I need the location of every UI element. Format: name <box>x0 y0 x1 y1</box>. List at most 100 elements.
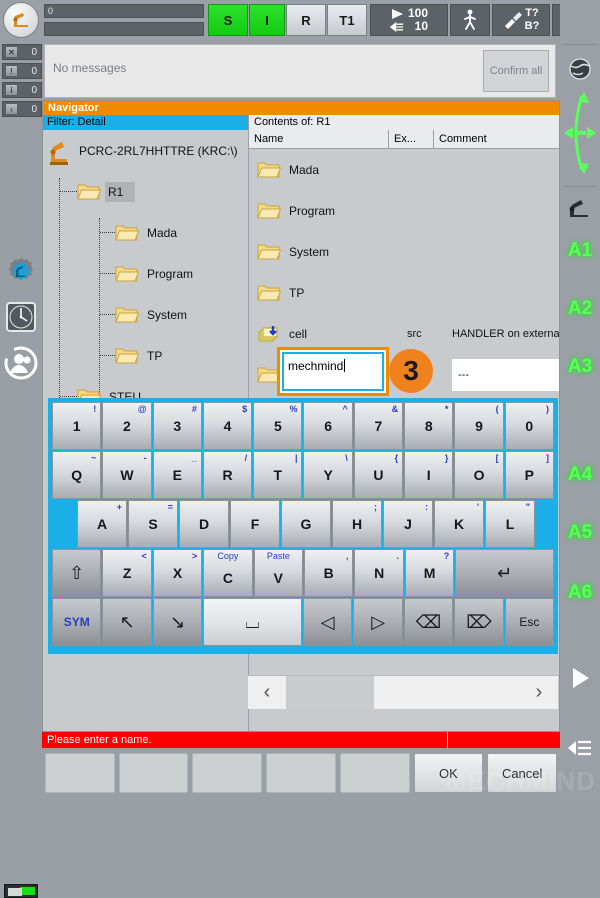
message-window[interactable]: No messages Confirm all <box>44 44 556 98</box>
key-y[interactable]: \ Y <box>303 451 353 499</box>
scroll-right-arrow[interactable]: › <box>520 681 558 704</box>
key-c[interactable]: Copy C <box>203 549 253 597</box>
key-shift[interactable]: ⇧ <box>52 549 102 597</box>
counter-info[interactable]: i 0 <box>2 82 42 98</box>
key-g[interactable]: G <box>281 500 331 548</box>
key-sym[interactable]: SYM <box>52 598 102 646</box>
override-button[interactable]: 100 10 <box>370 4 448 36</box>
key-0[interactable]: ) 0 <box>504 402 554 450</box>
axis-a4-label[interactable]: A4 <box>560 460 600 490</box>
key-s[interactable]: = S <box>128 500 178 548</box>
navigator-filter[interactable]: Filter: Detail <box>43 115 248 130</box>
motion-mode-button[interactable] <box>450 4 490 36</box>
key-7[interactable]: & 7 <box>353 402 404 450</box>
softkey-1[interactable] <box>45 753 115 793</box>
key-t[interactable]: | T <box>253 451 303 499</box>
status-button-s[interactable]: S <box>208 4 248 36</box>
tool-base-button[interactable]: T? B? <box>492 4 550 36</box>
tree-item-r1[interactable]: R1 <box>43 171 248 212</box>
world-coordinate-button[interactable] <box>560 52 600 86</box>
key-delete[interactable]: ⌦ <box>454 598 504 646</box>
tree-item-mada[interactable]: Mada <box>43 212 248 253</box>
key-b[interactable]: ,B <box>304 549 354 597</box>
counter-warning[interactable]: ! 0 <box>2 63 42 79</box>
key-5[interactable]: % 5 <box>253 402 303 450</box>
key-p[interactable]: ] P <box>504 451 554 499</box>
key-j[interactable]: :J <box>383 500 433 548</box>
key-arrow-left[interactable]: ◁ <box>303 598 353 646</box>
name-input-field[interactable]: mechmind <box>277 347 389 396</box>
softkey-3[interactable] <box>192 753 263 793</box>
key-a[interactable]: + A <box>77 500 127 548</box>
key-v[interactable]: Paste V <box>253 549 304 597</box>
table-row[interactable]: Program <box>249 190 559 231</box>
scroll-thumb[interactable] <box>286 675 374 710</box>
key-m[interactable]: ? M <box>404 549 455 597</box>
key-8[interactable]: * 8 <box>404 402 454 450</box>
key-2[interactable]: @2 <box>102 402 152 450</box>
key-d[interactable]: D <box>179 500 229 548</box>
softkey-5[interactable] <box>339 753 410 793</box>
tree-item-root[interactable]: PCRC-2RL7HHTTRE (KRC:\) <box>43 130 248 171</box>
key-6[interactable]: ^ 6 <box>303 402 353 450</box>
axis-a1-label[interactable]: A1 <box>560 236 600 266</box>
sidebar-clock-button[interactable] <box>4 300 38 334</box>
key-space[interactable]: ⌴ <box>203 598 302 646</box>
key-h[interactable]: ; H <box>332 500 382 548</box>
key-4[interactable]: $4 <box>202 402 253 450</box>
key-3[interactable]: #3 <box>152 402 202 450</box>
key-1[interactable]: ! 1 <box>52 402 102 450</box>
status-button-i[interactable]: I <box>249 4 285 36</box>
hand-guide-button[interactable] <box>560 730 600 766</box>
scroll-left-arrow[interactable]: ‹ <box>248 681 286 704</box>
softkey-2[interactable] <box>118 753 189 793</box>
scroll-track[interactable] <box>286 675 520 710</box>
column-header-name[interactable]: Name <box>249 130 389 148</box>
key-k[interactable]: ' K <box>434 500 484 548</box>
key-enter[interactable]: ↵ <box>455 549 555 597</box>
column-header-comment[interactable]: Comment <box>434 130 559 148</box>
table-row[interactable]: Mada <box>249 149 559 190</box>
status-button-r[interactable]: R <box>286 4 326 36</box>
run-button[interactable] <box>560 660 600 696</box>
key-end[interactable]: ↘ <box>152 598 203 646</box>
tree-item-tp[interactable]: TP <box>43 335 248 376</box>
key-backspace[interactable]: ⌫ <box>403 598 454 646</box>
kuka-home-button[interactable] <box>3 2 39 38</box>
robot-axis-button[interactable] <box>560 192 600 226</box>
key-z[interactable]: < Z <box>102 549 152 597</box>
horizontal-scrollbar[interactable]: ‹ › <box>248 675 558 710</box>
key-l[interactable]: " L <box>485 500 535 548</box>
key-o[interactable]: [O <box>454 451 504 499</box>
key-e[interactable]: _ E <box>152 451 202 499</box>
key-u[interactable]: {U <box>353 451 404 499</box>
operating-mode-button[interactable]: T1 <box>327 4 367 36</box>
axis-a2-label[interactable]: A2 <box>560 294 600 324</box>
axis-a5-label[interactable]: A5 <box>560 518 600 548</box>
key-n[interactable]: .N <box>354 549 404 597</box>
key-q[interactable]: ~ Q <box>52 451 102 499</box>
sidebar-user-button[interactable] <box>4 346 38 380</box>
column-header-extension[interactable]: Ex... <box>389 130 434 148</box>
key-r[interactable]: / R <box>202 451 253 499</box>
key-escape[interactable]: Esc <box>504 598 555 646</box>
key-f[interactable]: F <box>230 500 280 548</box>
tree-item-system[interactable]: System <box>43 294 248 335</box>
key-i[interactable]: } I <box>404 451 454 499</box>
key-x[interactable]: > X <box>152 549 203 597</box>
axis-a6-label[interactable]: A6 <box>560 578 600 608</box>
key-arrow-right[interactable]: ▷ <box>353 598 403 646</box>
key-w[interactable]: -W <box>102 451 152 499</box>
axis-a3-label[interactable]: A3 <box>560 352 600 382</box>
table-row[interactable]: TP <box>249 272 559 313</box>
jog-direction-indicator[interactable] <box>560 88 600 178</box>
on-screen-keyboard[interactable]: ! 1 @2 #3 $4 % 5 ^ 6 & 7 * 8 (9 ) 0 ~ Q -W _ E /… <box>48 398 558 654</box>
sidebar-settings-button[interactable] <box>4 254 38 288</box>
tree-item-program[interactable]: Program <box>43 253 248 294</box>
table-row[interactable]: System <box>249 231 559 272</box>
softkey-4[interactable] <box>266 753 336 793</box>
counter-error[interactable]: ✕ 0 <box>2 44 42 60</box>
key-home[interactable]: ↖ <box>102 598 152 646</box>
confirm-all-button[interactable]: Confirm all <box>483 50 549 92</box>
key-9[interactable]: (9 <box>454 402 504 450</box>
